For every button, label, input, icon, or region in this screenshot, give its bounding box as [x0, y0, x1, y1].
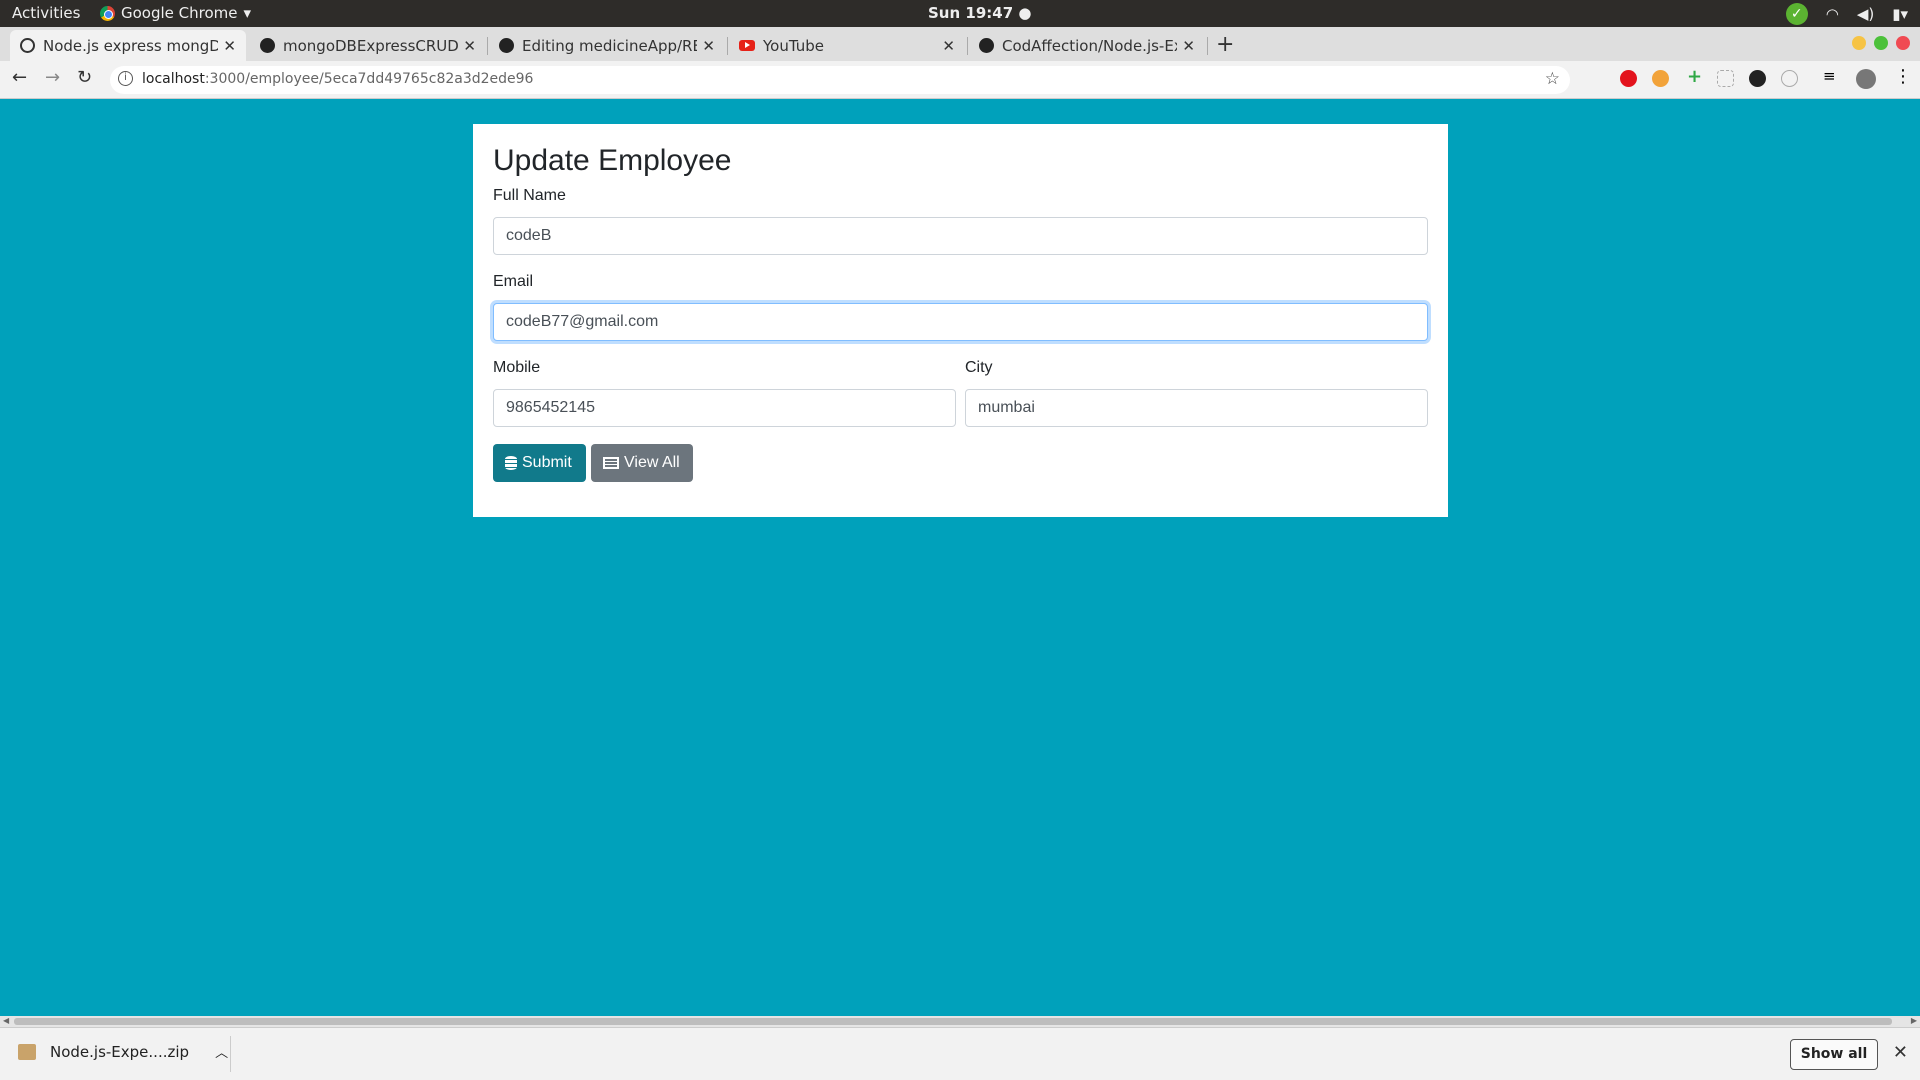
bookmark-star-icon[interactable]: ☆: [1545, 69, 1560, 89]
tab-codaffection-nodejs[interactable]: CodAffection/Node.js-Ex ✕: [969, 30, 1205, 61]
github-icon: [979, 38, 994, 53]
full-name-label: Full Name: [493, 187, 566, 204]
tab-title: YouTube: [763, 36, 824, 55]
tab-separator: [1207, 37, 1208, 55]
adblock-extension-icon[interactable]: [1620, 70, 1637, 87]
avatar[interactable]: [1856, 69, 1876, 89]
browser-toolbar: ← → ↻ i localhost:3000/employee/5eca7dd4…: [0, 61, 1920, 99]
tab-title: CodAffection/Node.js-Ex: [1002, 36, 1177, 55]
zip-file-icon: [18, 1043, 36, 1060]
view-all-button[interactable]: View All: [591, 444, 693, 482]
chrome-icon: [100, 5, 115, 21]
clock-extension-icon[interactable]: [1781, 70, 1798, 87]
url-text[interactable]: localhost:3000/employee/5eca7dd49765c82a…: [142, 71, 533, 87]
close-tab-icon[interactable]: ✕: [463, 37, 476, 55]
tab-title: Node.js express mongDB: [43, 36, 218, 55]
tab-mongodb-express-crud[interactable]: mongoDBExpressCRUD/ ✕: [250, 30, 486, 61]
database-icon: [505, 456, 517, 470]
url-path: :3000/employee/5eca7dd49765c82a3d2ede96: [204, 71, 534, 87]
tab-title: mongoDBExpressCRUD/: [283, 36, 458, 55]
app-name: Google Chrome: [121, 4, 238, 22]
tab-youtube[interactable]: YouTube ✕: [729, 30, 965, 61]
globe-icon: [20, 38, 35, 53]
back-arrow-icon[interactable]: ←: [12, 67, 27, 88]
download-item[interactable]: Node.js-Expe....zip ︿: [18, 1042, 228, 1061]
horizontal-scrollbar[interactable]: ◀ ▶: [0, 1016, 1920, 1027]
square-extension-icon[interactable]: [1717, 70, 1734, 87]
close-tab-icon[interactable]: ✕: [702, 37, 715, 55]
wifi-icon: ◠: [1825, 5, 1839, 23]
scroll-left-icon[interactable]: ◀: [3, 1016, 9, 1025]
system-tray[interactable]: ✓ ◠ ◀) ▮▾: [1785, 3, 1908, 25]
city-field[interactable]: mumbai: [965, 389, 1428, 427]
clock[interactable]: Sun 19:47 ●: [928, 4, 1031, 22]
city-label: City: [965, 359, 993, 376]
tab-strip: Node.js express mongDB ✕ mongoDBExpressC…: [0, 27, 1920, 61]
system-top-bar: Activities Google Chrome ▾ Sun 19:47 ● ✓…: [0, 0, 1920, 27]
downloads-separator: [230, 1036, 231, 1072]
app-menu[interactable]: Google Chrome ▾: [100, 4, 251, 22]
close-window-button[interactable]: [1896, 36, 1910, 50]
battery-icon: ▮▾: [1892, 5, 1908, 23]
minimize-button[interactable]: [1852, 36, 1866, 50]
youtube-icon: [739, 40, 755, 51]
url-host: localhost: [142, 71, 205, 87]
download-file-name: Node.js-Expe....zip: [50, 1042, 190, 1061]
submit-label: Submit: [522, 454, 572, 471]
downloads-bar: Node.js-Expe....zip ︿ Show all ✕: [0, 1027, 1920, 1080]
window-controls: [1852, 36, 1910, 50]
tab-separator: [727, 37, 728, 55]
full-name-field[interactable]: codeB: [493, 217, 1428, 255]
tab-title: Editing medicineApp/RE: [522, 36, 697, 55]
mobile-field[interactable]: 9865452145: [493, 389, 956, 427]
tab-separator: [487, 37, 488, 55]
reload-icon[interactable]: ↻: [77, 67, 92, 88]
submit-button[interactable]: Submit: [493, 444, 586, 482]
scrollbar-thumb[interactable]: [14, 1018, 1892, 1025]
update-check-icon[interactable]: ✓: [1785, 3, 1808, 25]
chevron-up-icon[interactable]: ︿: [215, 1042, 228, 1061]
dropdown-arrow-icon: ▾: [243, 4, 252, 22]
email-label: Email: [493, 273, 534, 290]
close-tab-icon[interactable]: ✕: [942, 37, 955, 55]
github-icon: [260, 38, 275, 53]
table-list-icon: [603, 457, 619, 469]
page-title: Update Employee: [493, 144, 732, 177]
maximize-button[interactable]: [1874, 36, 1888, 50]
mobile-label: Mobile: [493, 359, 541, 376]
site-info-icon[interactable]: i: [118, 71, 133, 86]
new-tab-button[interactable]: +: [1216, 32, 1234, 57]
activities-button[interactable]: Activities: [12, 4, 80, 22]
cookie-extension-icon[interactable]: [1652, 70, 1669, 87]
menu-kebab-icon[interactable]: ⋮: [1894, 66, 1912, 87]
email-field[interactable]: codeB77@gmail.com: [493, 303, 1428, 341]
show-all-button[interactable]: Show all: [1790, 1039, 1878, 1070]
bird-extension-icon[interactable]: [1749, 70, 1766, 87]
tab-editing-medicineapp[interactable]: Editing medicineApp/RE ✕: [489, 30, 725, 61]
plus-extension-icon[interactable]: +: [1687, 66, 1704, 87]
close-tab-icon[interactable]: ✕: [223, 37, 236, 55]
view-all-label: View All: [624, 454, 680, 471]
scroll-right-icon[interactable]: ▶: [1911, 1016, 1917, 1025]
tab-nodejs-express[interactable]: Node.js express mongDB ✕: [10, 30, 246, 61]
tab-separator: [967, 37, 968, 55]
address-bar[interactable]: i localhost:3000/employee/5eca7dd49765c8…: [110, 66, 1570, 94]
close-icon[interactable]: ✕: [1893, 1042, 1908, 1063]
volume-icon: ◀): [1856, 5, 1875, 23]
media-queue-icon[interactable]: ≡: [1823, 67, 1840, 85]
forward-arrow-icon[interactable]: →: [45, 67, 60, 88]
github-icon: [499, 38, 514, 53]
close-tab-icon[interactable]: ✕: [1182, 37, 1195, 55]
update-employee-card: Update Employee Full Name codeB Email co…: [473, 124, 1448, 517]
